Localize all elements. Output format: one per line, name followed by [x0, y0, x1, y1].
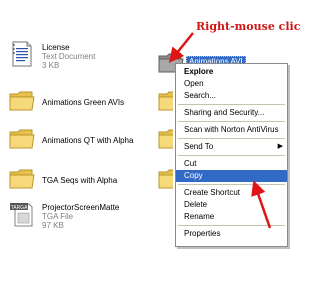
folder-item-partial[interactable] [157, 86, 173, 114]
menu-separator [178, 104, 285, 105]
folder-item-tga-seqs-with-alpha[interactable]: TGA Seqs with Alpha [8, 164, 117, 192]
menu-item-rename[interactable]: Rename [176, 211, 287, 223]
folder-item-animations-qt-with-alpha[interactable]: Animations QT with Alpha [8, 124, 133, 152]
folder-name: Animations QT with Alpha [42, 136, 134, 145]
file-meta: License Text Document 3 KB [42, 43, 95, 70]
folder-name: Animations Green AVIs [42, 98, 125, 107]
folder-icon [9, 169, 35, 189]
menu-item-scan-norton[interactable]: Scan with Norton AntiVirus [176, 124, 287, 136]
menu-item-cut[interactable]: Cut [176, 158, 287, 170]
file-name: License [42, 43, 70, 52]
tga-file-icon: TARGA [10, 203, 33, 227]
menu-item-create-shortcut[interactable]: Create Shortcut [176, 187, 287, 199]
menu-separator [178, 225, 285, 226]
file-size: 3 KB [42, 61, 60, 70]
menu-item-label: Send To [184, 142, 214, 151]
folder-icon [158, 169, 173, 189]
menu-item-sharing-and-security[interactable]: Sharing and Security... [176, 107, 287, 119]
folder-icon [9, 91, 35, 111]
file-type: TGA File [42, 212, 74, 221]
folder-item-partial[interactable] [157, 124, 173, 152]
file-type: Text Document [42, 52, 96, 61]
menu-item-explore[interactable]: Explore [176, 66, 287, 78]
tga-badge: TARGA [11, 205, 29, 211]
menu-item-send-to[interactable]: Send To ▶ [176, 141, 287, 153]
file-name: ProjectorScreenMatte [42, 203, 120, 212]
menu-item-copy[interactable]: Copy [176, 170, 287, 182]
folder-icon [158, 129, 173, 149]
folder-item-partial[interactable] [157, 164, 173, 192]
file-meta: ProjectorScreenMatte TGA File 97 KB [42, 203, 119, 230]
text-document-icon [12, 41, 32, 67]
menu-separator [178, 155, 285, 156]
file-item-projector-screen-matte[interactable]: TARGA ProjectorScreenMatte TGA File 97 K… [8, 200, 119, 230]
menu-item-open[interactable]: Open [176, 78, 287, 90]
menu-separator [178, 121, 285, 122]
submenu-arrow-icon: ▶ [277, 143, 283, 150]
menu-item-search[interactable]: Search... [176, 90, 287, 102]
explorer-window: License Text Document 3 KB Animations Gr… [0, 0, 300, 288]
context-menu: Explore Open Search... Sharing and Secur… [175, 63, 288, 247]
folder-icon [158, 91, 173, 111]
annotation-text: Right-mouse click [196, 20, 300, 33]
file-size: 97 KB [42, 221, 64, 230]
menu-item-delete[interactable]: Delete [176, 199, 287, 211]
menu-separator [178, 138, 285, 139]
folder-name: TGA Seqs with Alpha [42, 176, 118, 185]
folder-item-animations-green-avis[interactable]: Animations Green AVIs [8, 86, 124, 114]
file-item-license[interactable]: License Text Document 3 KB [8, 40, 95, 70]
folder-icon [9, 129, 35, 149]
menu-item-properties[interactable]: Properties [176, 228, 287, 240]
menu-separator [178, 184, 285, 185]
